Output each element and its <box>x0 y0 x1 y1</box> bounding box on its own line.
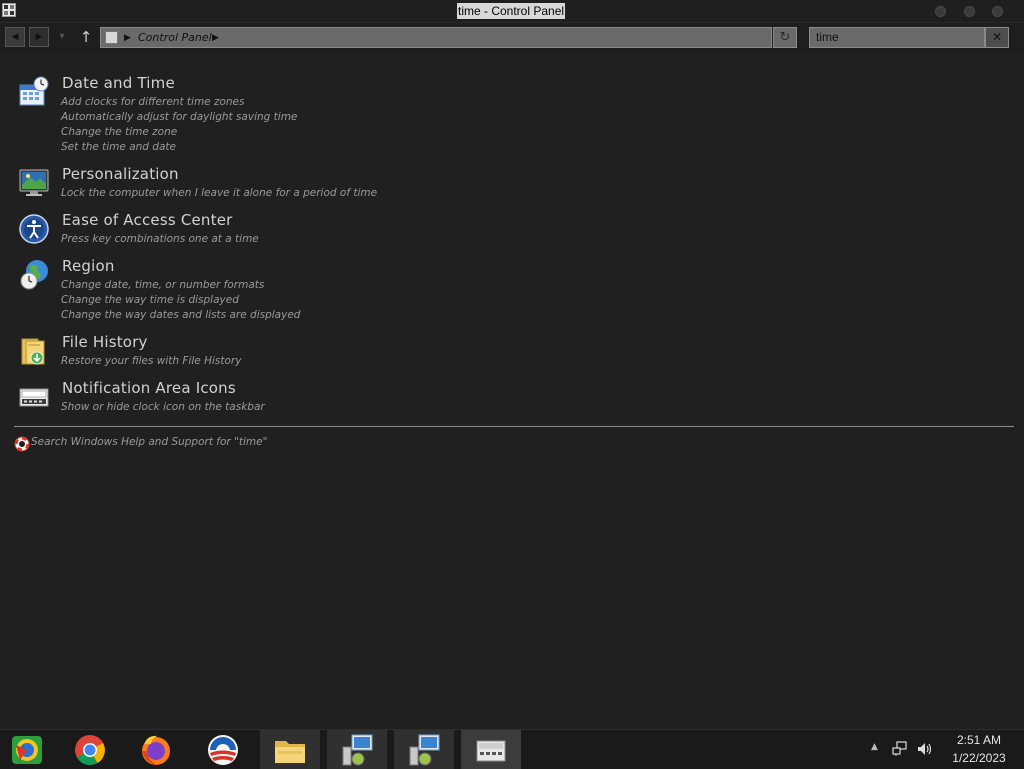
recent-locations-icon[interactable]: ▾ <box>55 30 69 44</box>
obama-logo-icon <box>208 735 238 765</box>
taskbar-control-panel-2[interactable] <box>394 730 454 769</box>
control-panel-icon <box>342 734 373 766</box>
maximize-button[interactable] <box>964 6 975 17</box>
back-button[interactable]: ◀ <box>5 27 25 47</box>
taskbar-control-panel[interactable] <box>327 730 387 769</box>
start-icon <box>12 736 42 764</box>
network-icon[interactable] <box>892 741 908 757</box>
task-link[interactable]: Press key combinations one at a time <box>61 232 259 247</box>
help-search-text[interactable]: Search Windows Help and Support for "tim… <box>31 436 267 448</box>
chevron-right-icon[interactable]: ▶ <box>124 31 131 45</box>
result-links: Restore your files with File History <box>61 354 241 369</box>
search-input[interactable]: time <box>809 27 985 48</box>
task-link[interactable]: Show or hide clock icon on the taskbar <box>61 400 265 415</box>
taskbar-keyboard-app[interactable] <box>461 730 521 769</box>
search-results-pane: Date and Time Add clocks for different t… <box>0 53 1024 729</box>
file-explorer-icon <box>275 741 305 763</box>
volume-icon[interactable] <box>916 741 934 757</box>
task-link[interactable]: Change the time zone <box>61 125 297 140</box>
address-bar[interactable]: ▶ Control Panel ▶ <box>100 27 772 48</box>
taskbar: ▲ 2:51 AM 1/22/2023 <box>0 729 1024 769</box>
result-links: Add clocks for different time zones Auto… <box>61 95 297 155</box>
taskbar-obama-app[interactable] <box>193 730 253 769</box>
chevron-right-icon[interactable]: ▶ <box>212 31 219 45</box>
task-link[interactable]: Change the way time is displayed <box>61 293 300 308</box>
result-title[interactable]: Date and Time <box>62 74 175 92</box>
globe-clock-icon <box>20 260 48 290</box>
taskbar-firefox[interactable] <box>126 730 186 769</box>
notification-tray-icon <box>19 388 49 407</box>
task-link[interactable]: Change the way dates and lists are displ… <box>61 308 300 323</box>
monitor-icon <box>19 169 49 196</box>
control-panel-icon <box>105 31 118 44</box>
refresh-button[interactable]: ↻ <box>773 27 797 48</box>
result-links: Show or hide clock icon on the taskbar <box>61 400 265 415</box>
task-link[interactable]: Lock the computer when I leave it alone … <box>61 186 377 201</box>
up-arrow-icon[interactable]: ↑ <box>78 28 94 46</box>
result-links: Press key combinations one at a time <box>61 232 259 247</box>
firefox-icon <box>142 735 170 765</box>
window-title: time - Control Panel <box>457 3 566 19</box>
accessibility-icon <box>19 214 49 244</box>
task-link[interactable]: Restore your files with File History <box>61 354 241 369</box>
keyboard-app-icon <box>476 740 506 762</box>
forward-button[interactable]: ▶ <box>29 27 49 47</box>
title-bar: time - Control Panel <box>0 0 1024 23</box>
result-title[interactable]: Ease of Access Center <box>62 211 233 229</box>
task-link[interactable]: Add clocks for different time zones <box>61 95 297 110</box>
help-lifebuoy-icon <box>14 436 30 452</box>
start-button[interactable] <box>0 730 60 769</box>
result-links: Change date, time, or number formats Cha… <box>61 278 300 323</box>
task-link[interactable]: Automatically adjust for daylight saving… <box>61 110 297 125</box>
control-panel-icon <box>409 734 440 766</box>
minimize-button[interactable] <box>935 6 946 17</box>
clear-search-button[interactable]: ✕ <box>985 27 1009 48</box>
calendar-clock-icon <box>19 76 49 106</box>
result-title[interactable]: Notification Area Icons <box>62 379 236 397</box>
result-title[interactable]: Personalization <box>62 165 179 183</box>
folder-history-icon <box>21 338 45 365</box>
task-link[interactable]: Set the time and date <box>61 140 297 155</box>
breadcrumb-control-panel[interactable]: Control Panel <box>138 30 212 46</box>
task-link[interactable]: Change date, time, or number formats <box>61 278 300 293</box>
chrome-icon <box>75 735 105 766</box>
result-links: Lock the computer when I leave it alone … <box>61 186 377 201</box>
control-panel-window-icon[interactable] <box>2 3 16 17</box>
result-title[interactable]: File History <box>62 333 148 351</box>
close-button[interactable] <box>992 6 1003 17</box>
divider <box>14 426 1014 427</box>
result-title[interactable]: Region <box>62 257 115 275</box>
taskbar-file-explorer[interactable] <box>260 730 320 769</box>
clock-time[interactable]: 2:51 AM <box>940 733 1018 747</box>
clock-date[interactable]: 1/22/2023 <box>940 751 1018 765</box>
show-hidden-icons-icon[interactable]: ▲ <box>871 742 878 752</box>
navigation-bar: ◀ ▶ ▾ ↑ ▶ Control Panel ▶ ↻ time ✕ <box>0 23 1024 52</box>
taskbar-chrome[interactable] <box>60 730 120 769</box>
